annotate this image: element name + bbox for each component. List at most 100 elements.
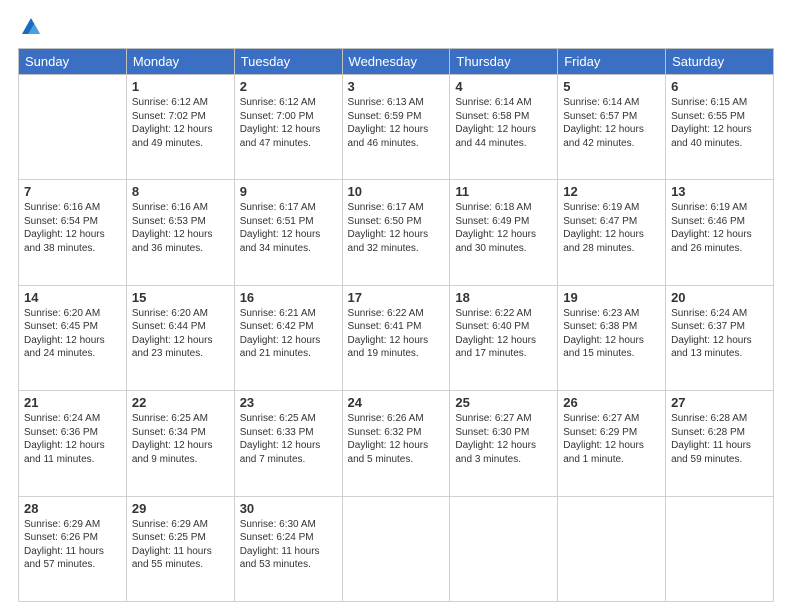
calendar-cell: 5 Sunrise: 6:14 AM Sunset: 6:57 PM Daylig… <box>558 75 666 180</box>
calendar-cell: 13 Sunrise: 6:19 AM Sunset: 6:46 PM Dayli… <box>666 180 774 285</box>
day-number: 27 <box>671 395 768 410</box>
day-number: 13 <box>671 184 768 199</box>
cell-content: Sunrise: 6:26 AM Sunset: 6:32 PM Dayligh… <box>348 412 445 466</box>
calendar-cell: 19 Sunrise: 6:23 AM Sunset: 6:38 PM Dayli… <box>558 285 666 390</box>
calendar-cell: 10 Sunrise: 6:17 AM Sunset: 6:50 PM Dayli… <box>342 180 450 285</box>
logo-icon <box>20 16 42 38</box>
day-number: 1 <box>132 79 229 94</box>
week-row-1: 1Sunrise: 6:12 AM Sunset: 7:02 PM Daylig… <box>19 75 774 180</box>
cell-content: Sunrise: 6:17 AM Sunset: 6:50 PM Dayligh… <box>348 201 445 255</box>
day-number: 9 <box>240 184 337 199</box>
cell-content: Sunrise: 6:25 AM Sunset: 6:34 PM Dayligh… <box>132 412 229 466</box>
calendar-cell: 28Sunrise: 6:29 AM Sunset: 6:26 PM Dayli… <box>19 496 127 601</box>
calendar-cell <box>19 75 127 180</box>
day-number: 29 <box>132 501 229 516</box>
calendar-cell: 8 Sunrise: 6:16 AM Sunset: 6:53 PM Daylig… <box>126 180 234 285</box>
day-number: 14 <box>24 290 121 305</box>
calendar-cell: 2Sunrise: 6:12 AM Sunset: 7:00 PM Daylig… <box>234 75 342 180</box>
cell-content: Sunrise: 6:22 AM Sunset: 6:40 PM Dayligh… <box>455 307 552 361</box>
day-header-tuesday: Tuesday <box>234 49 342 75</box>
day-number: 21 <box>24 395 121 410</box>
calendar-cell <box>450 496 558 601</box>
day-number: 23 <box>240 395 337 410</box>
header <box>18 18 774 38</box>
day-number: 7 <box>24 184 121 199</box>
cell-content: Sunrise: 6:28 AM Sunset: 6:28 PM Dayligh… <box>671 412 768 466</box>
cell-content: Sunrise: 6:29 AM Sunset: 6:26 PM Dayligh… <box>24 518 121 572</box>
calendar-cell: 4Sunrise: 6:14 AM Sunset: 6:58 PM Daylig… <box>450 75 558 180</box>
week-row-3: 14Sunrise: 6:20 AM Sunset: 6:45 PM Dayli… <box>19 285 774 390</box>
calendar-cell: 9 Sunrise: 6:17 AM Sunset: 6:51 PM Daylig… <box>234 180 342 285</box>
calendar-cell: 23Sunrise: 6:25 AM Sunset: 6:33 PM Dayli… <box>234 391 342 496</box>
calendar-header-row: SundayMondayTuesdayWednesdayThursdayFrid… <box>19 49 774 75</box>
day-number: 24 <box>348 395 445 410</box>
cell-content: Sunrise: 6:18 AM Sunset: 6:49 PM Dayligh… <box>455 201 552 255</box>
day-number: 3 <box>348 79 445 94</box>
calendar-cell: 12Sunrise: 6:19 AM Sunset: 6:47 PM Dayli… <box>558 180 666 285</box>
calendar-cell: 21 Sunrise: 6:24 AM Sunset: 6:36 PM Dayli… <box>19 391 127 496</box>
cell-content: Sunrise: 6:20 AM Sunset: 6:44 PM Dayligh… <box>132 307 229 361</box>
calendar-cell <box>342 496 450 601</box>
cell-content: Sunrise: 6:22 AM Sunset: 6:41 PM Dayligh… <box>348 307 445 361</box>
calendar-cell: 20 Sunrise: 6:24 AM Sunset: 6:37 PM Dayli… <box>666 285 774 390</box>
page: SundayMondayTuesdayWednesdayThursdayFrid… <box>0 0 792 612</box>
calendar-cell: 24 Sunrise: 6:26 AM Sunset: 6:32 PM Dayli… <box>342 391 450 496</box>
day-number: 26 <box>563 395 660 410</box>
day-header-sunday: Sunday <box>19 49 127 75</box>
day-number: 17 <box>348 290 445 305</box>
cell-content: Sunrise: 6:23 AM Sunset: 6:38 PM Dayligh… <box>563 307 660 361</box>
calendar-cell: 3Sunrise: 6:13 AM Sunset: 6:59 PM Daylig… <box>342 75 450 180</box>
day-number: 10 <box>348 184 445 199</box>
cell-content: Sunrise: 6:24 AM Sunset: 6:37 PM Dayligh… <box>671 307 768 361</box>
day-number: 8 <box>132 184 229 199</box>
day-number: 22 <box>132 395 229 410</box>
calendar-cell: 29Sunrise: 6:29 AM Sunset: 6:25 PM Dayli… <box>126 496 234 601</box>
cell-content: Sunrise: 6:14 AM Sunset: 6:58 PM Dayligh… <box>455 96 552 150</box>
day-number: 6 <box>671 79 768 94</box>
cell-content: Sunrise: 6:30 AM Sunset: 6:24 PM Dayligh… <box>240 518 337 572</box>
cell-content: Sunrise: 6:24 AM Sunset: 6:36 PM Dayligh… <box>24 412 121 466</box>
calendar-cell: 16Sunrise: 6:21 AM Sunset: 6:42 PM Dayli… <box>234 285 342 390</box>
day-header-wednesday: Wednesday <box>342 49 450 75</box>
day-number: 20 <box>671 290 768 305</box>
day-number: 25 <box>455 395 552 410</box>
calendar-cell: 7 Sunrise: 6:16 AM Sunset: 6:54 PM Daylig… <box>19 180 127 285</box>
cell-content: Sunrise: 6:27 AM Sunset: 6:30 PM Dayligh… <box>455 412 552 466</box>
week-row-4: 21 Sunrise: 6:24 AM Sunset: 6:36 PM Dayli… <box>19 391 774 496</box>
calendar-cell: 6 Sunrise: 6:15 AM Sunset: 6:55 PM Daylig… <box>666 75 774 180</box>
cell-content: Sunrise: 6:16 AM Sunset: 6:54 PM Dayligh… <box>24 201 121 255</box>
calendar-cell <box>558 496 666 601</box>
day-number: 19 <box>563 290 660 305</box>
cell-content: Sunrise: 6:21 AM Sunset: 6:42 PM Dayligh… <box>240 307 337 361</box>
day-header-monday: Monday <box>126 49 234 75</box>
day-number: 5 <box>563 79 660 94</box>
calendar-cell: 30 Sunrise: 6:30 AM Sunset: 6:24 PM Dayli… <box>234 496 342 601</box>
calendar-cell <box>666 496 774 601</box>
cell-content: Sunrise: 6:16 AM Sunset: 6:53 PM Dayligh… <box>132 201 229 255</box>
day-number: 2 <box>240 79 337 94</box>
cell-content: Sunrise: 6:17 AM Sunset: 6:51 PM Dayligh… <box>240 201 337 255</box>
calendar-cell: 17 Sunrise: 6:22 AM Sunset: 6:41 PM Dayli… <box>342 285 450 390</box>
day-number: 18 <box>455 290 552 305</box>
logo <box>18 18 42 38</box>
day-number: 15 <box>132 290 229 305</box>
calendar-cell: 26 Sunrise: 6:27 AM Sunset: 6:29 PM Dayli… <box>558 391 666 496</box>
calendar-cell: 18 Sunrise: 6:22 AM Sunset: 6:40 PM Dayli… <box>450 285 558 390</box>
day-number: 11 <box>455 184 552 199</box>
calendar-cell: 1Sunrise: 6:12 AM Sunset: 7:02 PM Daylig… <box>126 75 234 180</box>
day-header-friday: Friday <box>558 49 666 75</box>
calendar-cell: 22 Sunrise: 6:25 AM Sunset: 6:34 PM Dayli… <box>126 391 234 496</box>
week-row-2: 7 Sunrise: 6:16 AM Sunset: 6:54 PM Daylig… <box>19 180 774 285</box>
day-number: 12 <box>563 184 660 199</box>
cell-content: Sunrise: 6:15 AM Sunset: 6:55 PM Dayligh… <box>671 96 768 150</box>
day-header-saturday: Saturday <box>666 49 774 75</box>
calendar-cell: 25 Sunrise: 6:27 AM Sunset: 6:30 PM Dayli… <box>450 391 558 496</box>
day-number: 30 <box>240 501 337 516</box>
day-header-thursday: Thursday <box>450 49 558 75</box>
calendar-cell: 27 Sunrise: 6:28 AM Sunset: 6:28 PM Dayli… <box>666 391 774 496</box>
cell-content: Sunrise: 6:27 AM Sunset: 6:29 PM Dayligh… <box>563 412 660 466</box>
calendar-table: SundayMondayTuesdayWednesdayThursdayFrid… <box>18 48 774 602</box>
cell-content: Sunrise: 6:19 AM Sunset: 6:46 PM Dayligh… <box>671 201 768 255</box>
cell-content: Sunrise: 6:14 AM Sunset: 6:57 PM Dayligh… <box>563 96 660 150</box>
week-row-5: 28Sunrise: 6:29 AM Sunset: 6:26 PM Dayli… <box>19 496 774 601</box>
